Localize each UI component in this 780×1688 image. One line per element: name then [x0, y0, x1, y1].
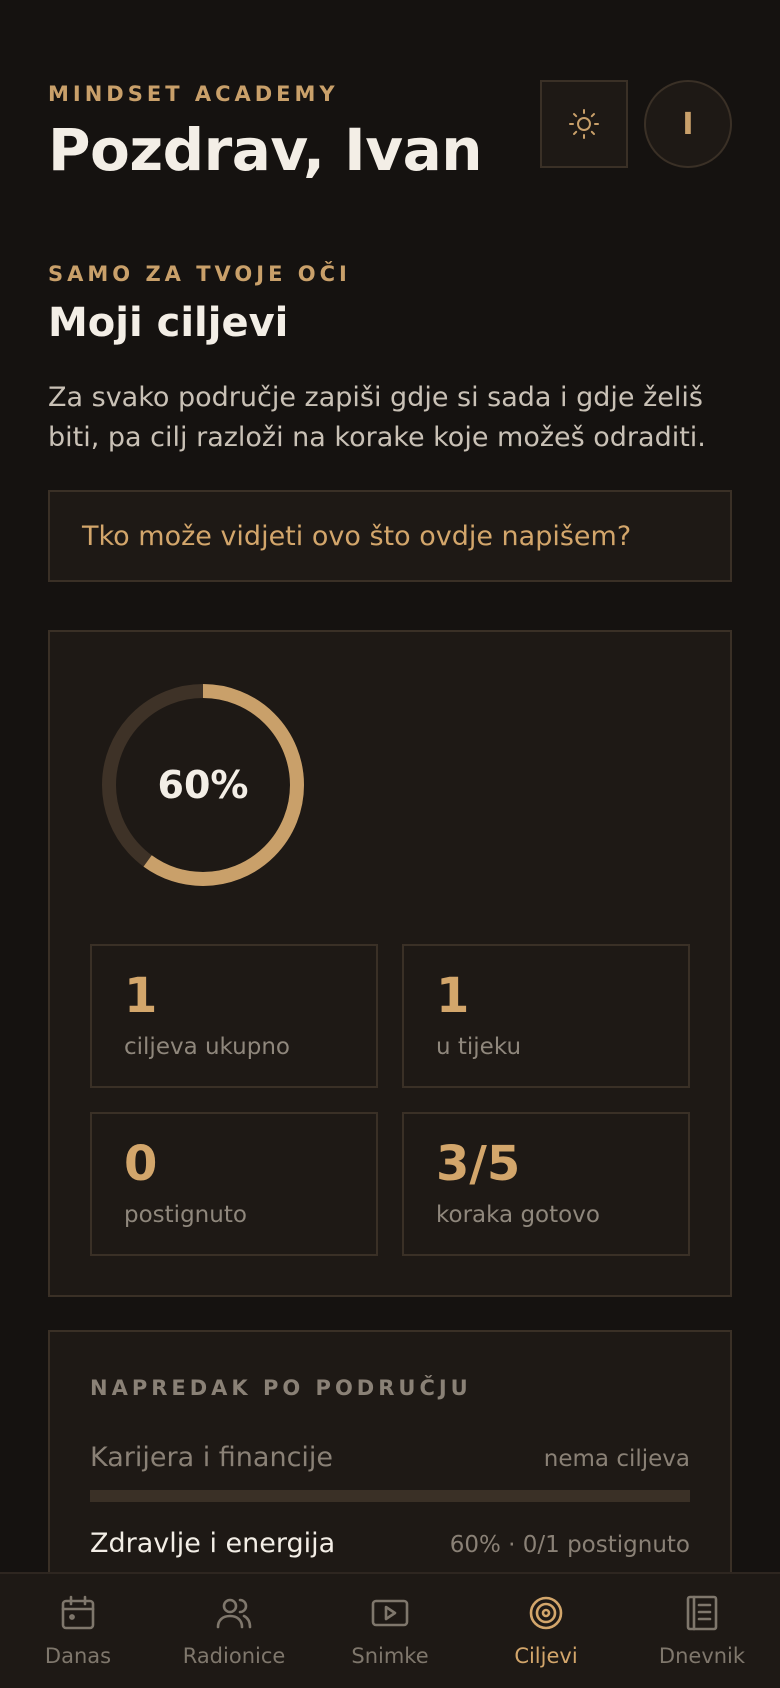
progress-ring: 60% — [98, 680, 308, 890]
goals-summary-card: 60% 1 ciljeva ukupno 1 u tijeku 0 postig… — [48, 630, 732, 1297]
tab-radionice[interactable]: Radionice — [156, 1574, 312, 1688]
area-name: Karijera i financije — [90, 1442, 334, 1473]
stat-total-goals: 1 ciljeva ukupno — [90, 944, 378, 1088]
sun-icon — [569, 109, 599, 139]
stat-in-progress: 1 u tijeku — [402, 944, 690, 1088]
bottom-tab-bar: Danas Radionice Snimke Ciljevi Dnevnik — [0, 1572, 780, 1688]
tab-label: Ciljevi — [514, 1644, 578, 1668]
tab-snimke[interactable]: Snimke — [312, 1574, 468, 1688]
area-meta: nema ciljeva — [543, 1446, 690, 1472]
stat-value: 3/5 — [436, 1136, 521, 1192]
stat-steps-done: 3/5 koraka gotovo — [402, 1112, 690, 1256]
brand-name: MINDSET ACADEMY — [48, 82, 339, 106]
tab-danas[interactable]: Danas — [0, 1574, 156, 1688]
privacy-question-label: Tko može vidjeti ovo što ovdje napišem? — [82, 520, 632, 552]
area-progress-track — [90, 1490, 690, 1502]
area-name: Zdravlje i energija — [90, 1528, 336, 1559]
stat-label: koraka gotovo — [436, 1202, 600, 1228]
section-title: Moji ciljevi — [48, 300, 289, 346]
area-row-career[interactable]: Karijera i financije nema ciljeva — [90, 1442, 690, 1473]
section-eyebrow: SAMO ZA TVOJE OČI — [48, 262, 351, 286]
area-row-health[interactable]: Zdravlje i energija 60% · 0/1 postignuto — [90, 1528, 690, 1559]
tab-label: Dnevnik — [658, 1644, 746, 1668]
stat-value: 1 — [436, 968, 470, 1024]
tab-dnevnik[interactable]: Dnevnik — [624, 1574, 780, 1688]
progress-by-area-title: NAPREDAK PO PODRUČJU — [90, 1376, 472, 1400]
stat-label: postignuto — [124, 1202, 247, 1228]
journal-icon — [686, 1595, 718, 1631]
stat-value: 1 — [124, 968, 158, 1024]
tab-ciljevi[interactable]: Ciljevi — [468, 1574, 624, 1688]
avatar[interactable]: I — [644, 80, 732, 168]
tab-label: Radionice — [182, 1644, 286, 1668]
play-icon — [371, 1599, 409, 1627]
privacy-question-button[interactable]: Tko može vidjeti ovo što ovdje napišem? — [48, 490, 732, 582]
stat-label: ciljeva ukupno — [124, 1034, 290, 1060]
stat-achieved: 0 postignuto — [90, 1112, 378, 1256]
section-intro: Za svako područje zapiši gdje si sada i … — [48, 382, 706, 453]
users-icon — [216, 1598, 252, 1629]
calendar-icon — [61, 1595, 95, 1630]
stat-value: 0 — [124, 1136, 158, 1192]
page-header: MINDSET ACADEMY Pozdrav, Ivan — [48, 82, 732, 192]
stat-label: u tijeku — [436, 1034, 522, 1060]
area-meta: 60% · 0/1 postignuto — [449, 1532, 690, 1558]
tab-label: Snimke — [351, 1644, 429, 1668]
tab-label: Danas — [44, 1644, 112, 1668]
target-icon — [529, 1596, 563, 1630]
theme-toggle-button[interactable] — [540, 80, 628, 168]
progress-ring-label: 60% — [157, 763, 249, 807]
greeting-title: Pozdrav, Ivan — [48, 116, 483, 184]
